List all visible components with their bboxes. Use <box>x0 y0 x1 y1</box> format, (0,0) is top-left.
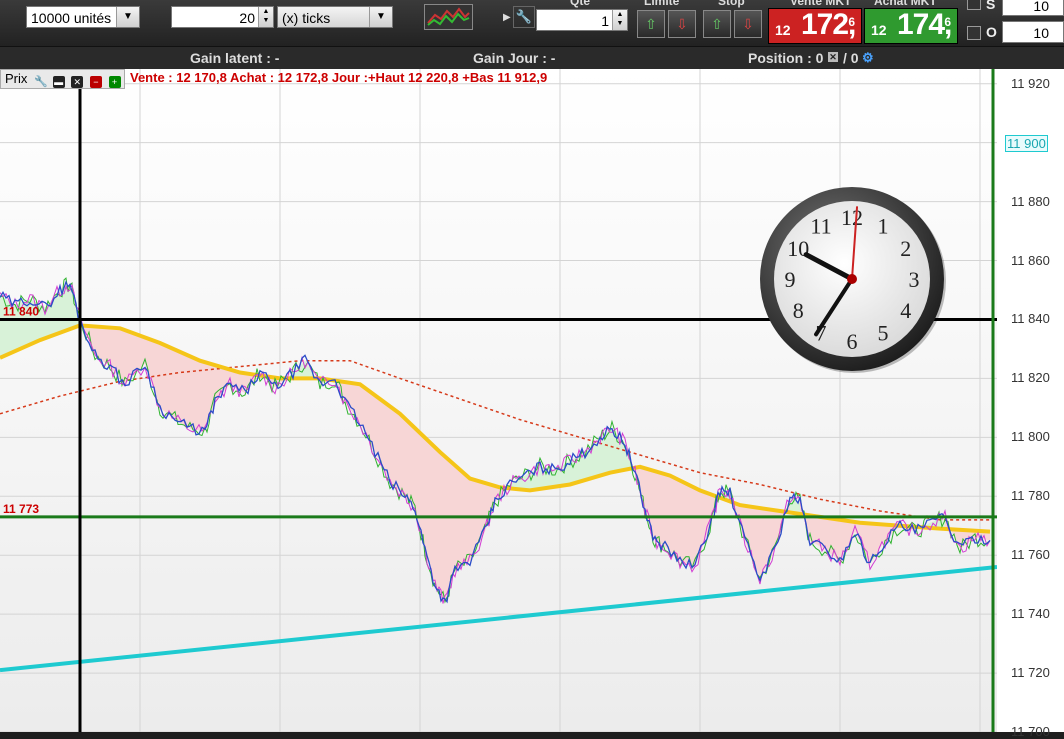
quantity-select[interactable]: 10000 unités ▼ <box>26 6 140 28</box>
wrench-icon[interactable]: 🔧 <box>34 76 48 88</box>
y-tick-label: 11 740 <box>1011 606 1050 622</box>
limit-buy-button[interactable]: ⇧ <box>637 10 665 38</box>
quote-line: Vente : 12 170,8 Achat : 12 172,8 Jour :… <box>130 70 548 85</box>
clock-numeral: 3 <box>909 267 920 292</box>
y-tick-label: 11 880 <box>1011 193 1050 209</box>
panel-title: Prix <box>5 71 28 86</box>
limit-sell-button[interactable]: ⇩ <box>668 10 696 38</box>
limit-label: Limite <box>644 0 680 8</box>
y-tick-label: 11 840 <box>1011 311 1050 327</box>
s-input[interactable]: 10 <box>1002 0 1064 16</box>
ticks-unit-select[interactable]: (x) ticks ▼ <box>277 6 393 28</box>
chart-panel-header: Prix 🔧 ▬ ✕ − + <box>0 69 125 89</box>
close-icon[interactable]: ✕ <box>71 76 84 88</box>
clock-numeral: 4 <box>900 298 911 323</box>
o-label: O <box>986 24 997 40</box>
order-toolbar: 10000 unités ▼ 20 ▲ ▼ (x) ticks ▼ ▶ 🔧 Qté… <box>0 0 1064 47</box>
level-label: 11 840 <box>3 304 39 318</box>
ticks-unit-label: (x) ticks <box>282 10 331 26</box>
clock-numeral: 5 <box>878 321 889 346</box>
gain-info-bar: Gain latent : - Gain Jour : - Position :… <box>0 47 1064 69</box>
minus-icon[interactable]: − <box>89 76 102 88</box>
stop-sell-icon: ⇩ <box>742 16 754 32</box>
y-tick-label: 11 820 <box>1011 370 1050 386</box>
sell-market-label: Vente MKT <box>790 0 852 8</box>
clock-numeral: 8 <box>793 298 804 323</box>
quantity-select-value: 10000 unités <box>31 10 112 26</box>
bearish-fill <box>160 343 175 420</box>
chevron-down-icon[interactable]: ▼ <box>116 7 139 27</box>
y-tick-label: 11 860 <box>1011 252 1050 268</box>
clock-widget: 1 2 3 4 5 6 7 8 9 10 11 12 <box>757 184 947 374</box>
s-label: S <box>986 0 996 12</box>
add-icon[interactable]: + <box>108 76 121 88</box>
sell-price-main: 172, <box>801 8 856 41</box>
stop-label: Stop <box>718 0 745 8</box>
bearish-fill <box>190 356 205 432</box>
close-small-icon[interactable]: ✕ <box>828 52 838 62</box>
chart-trade-button[interactable] <box>424 4 473 30</box>
settings-wrench-button[interactable]: 🔧 <box>513 6 535 28</box>
limit-buy-icon: ⇧ <box>645 16 657 32</box>
clock-numeral: 9 <box>785 267 796 292</box>
buy-market-button[interactable]: 12 174, 6 <box>864 8 958 44</box>
clock-numeral: 2 <box>900 236 911 261</box>
bearish-fill <box>390 406 405 497</box>
y-tick-label: 11 780 <box>1011 488 1050 504</box>
chevron-down-icon[interactable]: ▼ <box>369 7 392 27</box>
window-icon[interactable]: ▬ <box>52 76 65 88</box>
price-plot[interactable]: 11 840 11 773 <box>0 69 997 732</box>
position-text: Position : 0 <box>748 50 824 66</box>
qty-label: Qté <box>570 0 591 8</box>
clock-numeral: 6 <box>847 329 858 354</box>
ticks-input[interactable]: 20 ▲ ▼ <box>171 6 274 28</box>
y-tick-label: 11 900 <box>1005 134 1048 152</box>
expand-arrow-icon[interactable]: ▶ <box>503 12 511 23</box>
bearish-fill <box>435 447 445 603</box>
chart-trade-icon <box>427 7 470 26</box>
y-tick-label: 11 720 <box>1011 665 1050 681</box>
clock-numeral: 12 <box>841 205 863 230</box>
sell-market-button[interactable]: 12 172, 6 <box>768 8 862 44</box>
level-label: 11 773 <box>3 502 39 516</box>
plot-background <box>0 69 997 732</box>
qty-input[interactable]: 1 ▲ ▼ <box>536 9 628 31</box>
buy-price-fraction: 6 <box>944 15 951 29</box>
wrench-icon: 🔧 <box>515 9 533 24</box>
stop-buy-button[interactable]: ⇧ <box>703 10 731 38</box>
gain-jour: Gain Jour : - <box>473 50 556 66</box>
y-tick-label: 11 800 <box>1011 429 1050 445</box>
o-input[interactable]: 10 <box>1002 21 1064 43</box>
s-checkbox[interactable] <box>967 0 981 10</box>
bearish-fill <box>680 480 695 567</box>
y-tick-label: 11 920 <box>1011 75 1050 91</box>
sell-price-fraction: 6 <box>848 15 855 29</box>
price-chart[interactable]: 11 840 11 773 Prix 🔧 ▬ ✕ − + Vente : 12 1… <box>0 69 1064 739</box>
position-secondary: / 0 <box>843 50 859 66</box>
o-value: 10 <box>1033 25 1049 41</box>
buy-market-label: Achat MKT <box>874 0 937 8</box>
ticks-stepper[interactable]: ▲ ▼ <box>258 7 273 27</box>
price-axis: 11 920 11 900 11 880 11 860 11 840 11 820 11 8… <box>997 69 1064 739</box>
clock-numeral: 11 <box>810 213 831 238</box>
bearish-fill <box>655 471 665 547</box>
stop-buy-icon: ⇧ <box>711 16 723 32</box>
gain-latent: Gain latent : - <box>190 50 280 66</box>
gears-icon[interactable]: ⚙ <box>862 47 874 69</box>
buy-price-main: 174, <box>897 8 952 41</box>
clock-icon: 1234567891011 12 <box>760 187 946 373</box>
o-checkbox[interactable] <box>967 26 981 40</box>
clock-center <box>847 274 857 284</box>
s-value: 10 <box>1033 0 1049 14</box>
limit-sell-icon: ⇩ <box>676 16 688 32</box>
y-tick-label: 11 760 <box>1011 547 1050 563</box>
buy-price-prefix: 12 <box>871 22 887 38</box>
qty-stepper[interactable]: ▲ ▼ <box>612 10 627 30</box>
clock-numeral: 1 <box>878 213 889 238</box>
sell-price-prefix: 12 <box>775 22 791 38</box>
stop-sell-button[interactable]: ⇩ <box>734 10 762 38</box>
